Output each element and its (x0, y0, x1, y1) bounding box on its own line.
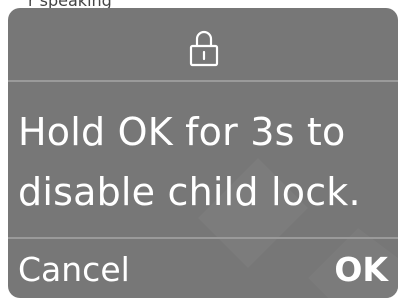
divider-top (8, 80, 398, 82)
dialog-message: Hold OK for 3s to disable child lock. (18, 102, 390, 222)
message-line-2: disable child lock. (18, 170, 361, 214)
message-line-1: Hold OK for 3s to (18, 110, 346, 154)
child-lock-dialog: Hold OK for 3s to disable child lock. Ca… (8, 8, 398, 298)
screen: r speaking Hold OK for 3s to disable chi… (0, 0, 399, 298)
ok-button[interactable]: OK (334, 245, 388, 295)
cancel-button[interactable]: Cancel (18, 245, 130, 295)
lock-icon (186, 29, 222, 67)
divider-bottom (8, 237, 398, 239)
